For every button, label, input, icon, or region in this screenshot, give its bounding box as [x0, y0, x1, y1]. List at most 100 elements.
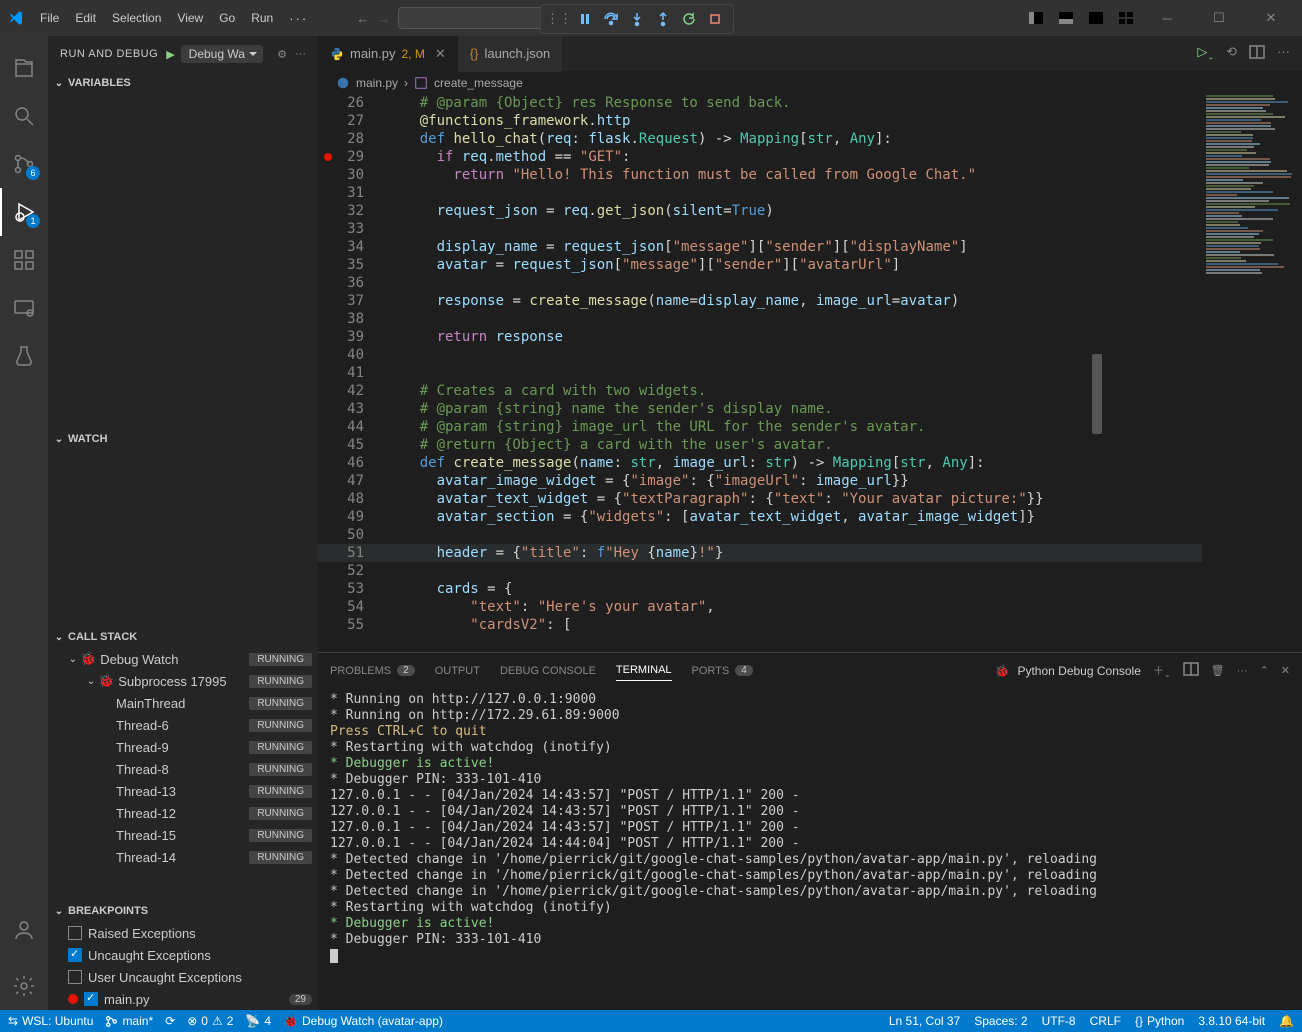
- debug-drag-icon[interactable]: ⋮⋮: [549, 9, 569, 29]
- code-line[interactable]: 44 # @param {string} image_url the URL f…: [318, 418, 1202, 436]
- activity-search-icon[interactable]: [0, 92, 48, 140]
- panel-tab-output[interactable]: OUTPUT: [435, 661, 480, 681]
- callstack-item[interactable]: MainThreadRUNNING: [48, 692, 318, 714]
- toggle-secondary-sidebar-icon[interactable]: [1088, 10, 1104, 26]
- code-line[interactable]: 55 "cardsV2": [: [318, 616, 1202, 634]
- terminal-more-icon[interactable]: ···: [1237, 665, 1248, 677]
- status-sync[interactable]: ⟳: [165, 1014, 175, 1028]
- debug-step-into-icon[interactable]: [627, 9, 647, 29]
- debug-pause-icon[interactable]: [575, 9, 595, 29]
- window-close-icon[interactable]: ✕: [1248, 3, 1294, 33]
- status-problems[interactable]: ⊗0⚠2: [187, 1014, 233, 1028]
- breadcrumb-symbol[interactable]: create_message: [434, 76, 523, 90]
- activity-extensions-icon[interactable]: [0, 236, 48, 284]
- editor-scrollbar[interactable]: [1088, 94, 1102, 652]
- code-line[interactable]: 54 "text": "Here's your avatar",: [318, 598, 1202, 616]
- status-indent[interactable]: Spaces: 2: [974, 1014, 1027, 1028]
- terminal-select[interactable]: 🐞Python Debug Console: [995, 664, 1141, 678]
- breakpoint-file[interactable]: main.py29: [48, 988, 318, 1010]
- window-minimize-icon[interactable]: ─: [1144, 3, 1190, 33]
- toggle-panel-icon[interactable]: [1058, 10, 1074, 26]
- menu-file[interactable]: File: [32, 7, 67, 29]
- terminal[interactable]: * Running on http://127.0.0.1:9000 * Run…: [318, 688, 1302, 1010]
- activity-settings-icon[interactable]: [0, 962, 48, 1010]
- callstack-item[interactable]: Thread-9RUNNING: [48, 736, 318, 758]
- editor[interactable]: 26 # @param {Object} res Response to sen…: [318, 94, 1202, 652]
- code-line[interactable]: 48 avatar_text_widget = {"textParagraph"…: [318, 490, 1202, 508]
- nav-back-icon[interactable]: ←: [356, 11, 369, 26]
- code-line[interactable]: 42 # Creates a card with two widgets.: [318, 382, 1202, 400]
- callstack-item[interactable]: Thread-14RUNNING: [48, 846, 318, 868]
- section-watch[interactable]: ⌄WATCH: [48, 428, 318, 450]
- status-debug[interactable]: 🐞Debug Watch (avatar-app): [283, 1014, 443, 1028]
- debug-restart-icon[interactable]: [679, 9, 699, 29]
- toggle-primary-sidebar-icon[interactable]: [1028, 10, 1044, 26]
- code-line[interactable]: 43 # @param {string} name the sender's d…: [318, 400, 1202, 418]
- activity-debug-icon[interactable]: 1: [0, 188, 48, 236]
- activity-explorer-icon[interactable]: [0, 44, 48, 92]
- status-ports[interactable]: 📡4: [245, 1014, 271, 1028]
- debug-file-icon[interactable]: ⟲: [1226, 44, 1237, 63]
- code-line[interactable]: 38: [318, 310, 1202, 328]
- breadcrumb-file[interactable]: main.py: [356, 76, 398, 90]
- nav-forward-icon[interactable]: →: [377, 11, 390, 26]
- section-callstack[interactable]: ⌄CALL STACK: [48, 626, 318, 648]
- run-file-icon[interactable]: ▷⌄: [1197, 44, 1214, 63]
- menu-run[interactable]: Run: [243, 7, 281, 29]
- code-line[interactable]: 26 # @param {Object} res Response to sen…: [318, 94, 1202, 112]
- code-line[interactable]: 46 def create_message(name: str, image_u…: [318, 454, 1202, 472]
- window-maximize-icon[interactable]: ☐: [1196, 3, 1242, 33]
- callstack-item[interactable]: Thread-12RUNNING: [48, 802, 318, 824]
- status-notifications-icon[interactable]: 🔔: [1279, 1014, 1294, 1028]
- panel-tab-terminal[interactable]: TERMINAL: [616, 660, 672, 681]
- activity-remote-icon[interactable]: [0, 284, 48, 332]
- code-line[interactable]: 53 cards = {: [318, 580, 1202, 598]
- status-language[interactable]: {}Python: [1135, 1014, 1184, 1028]
- breakpoint-row[interactable]: User Uncaught Exceptions: [48, 966, 318, 988]
- code-line[interactable]: 36: [318, 274, 1202, 292]
- callstack-item[interactable]: Thread-13RUNNING: [48, 780, 318, 802]
- editor-more-icon[interactable]: ···: [1277, 44, 1290, 63]
- callstack-item[interactable]: ⌄🐞Subprocess 17995RUNNING: [48, 670, 318, 692]
- tab-main-py[interactable]: main.py 2, M ✕: [318, 36, 458, 72]
- checkbox[interactable]: [68, 948, 82, 962]
- gear-icon[interactable]: ⚙: [277, 48, 287, 61]
- code-line[interactable]: 30 return "Hello! This function must be …: [318, 166, 1202, 184]
- code-line[interactable]: 47 avatar_image_widget = {"image": {"ima…: [318, 472, 1202, 490]
- menu-overflow[interactable]: ···: [281, 7, 316, 30]
- panel-tab-problems[interactable]: PROBLEMS2: [330, 661, 415, 681]
- menu-go[interactable]: Go: [211, 7, 243, 29]
- code-line[interactable]: 41: [318, 364, 1202, 382]
- code-line[interactable]: 35 avatar = request_json["message"]["sen…: [318, 256, 1202, 274]
- code-line[interactable]: 34 display_name = request_json["message"…: [318, 238, 1202, 256]
- panel-maximize-icon[interactable]: ⌃: [1260, 664, 1269, 677]
- callstack-item[interactable]: ⌄🐞Debug WatchRUNNING: [48, 648, 318, 670]
- checkbox[interactable]: [68, 970, 82, 984]
- callstack-item[interactable]: Thread-15RUNNING: [48, 824, 318, 846]
- status-encoding[interactable]: UTF-8: [1042, 1014, 1076, 1028]
- activity-scm-icon[interactable]: 6: [0, 140, 48, 188]
- code-line[interactable]: 28 def hello_chat(req: flask.Request) ->…: [318, 130, 1202, 148]
- callstack-item[interactable]: Thread-8RUNNING: [48, 758, 318, 780]
- code-line[interactable]: 40: [318, 346, 1202, 364]
- menu-edit[interactable]: Edit: [67, 7, 104, 29]
- tab-close-icon[interactable]: ✕: [435, 46, 446, 62]
- debug-start-icon[interactable]: ▶: [166, 48, 174, 61]
- callstack-item[interactable]: Thread-6RUNNING: [48, 714, 318, 736]
- status-eol[interactable]: CRLF: [1090, 1014, 1121, 1028]
- breakpoint-dot-icon[interactable]: [324, 153, 332, 161]
- debug-stop-icon[interactable]: [705, 9, 725, 29]
- status-remote[interactable]: ⇆WSL: Ubuntu: [8, 1014, 93, 1028]
- code-line[interactable]: 51 header = {"title": f"Hey {name}!"}: [318, 544, 1202, 562]
- section-breakpoints[interactable]: ⌄BREAKPOINTS: [48, 900, 318, 922]
- debug-step-out-icon[interactable]: [653, 9, 673, 29]
- checkbox[interactable]: [84, 992, 98, 1006]
- terminal-kill-icon[interactable]: 🗑: [1211, 664, 1225, 677]
- menu-selection[interactable]: Selection: [104, 7, 169, 29]
- menu-view[interactable]: View: [169, 7, 211, 29]
- code-line[interactable]: 52: [318, 562, 1202, 580]
- customize-layout-icon[interactable]: [1118, 10, 1134, 26]
- tab-launch-json[interactable]: {} launch.json: [458, 36, 562, 72]
- panel-tab-debug-console[interactable]: DEBUG CONSOLE: [500, 661, 596, 681]
- code-line[interactable]: 50: [318, 526, 1202, 544]
